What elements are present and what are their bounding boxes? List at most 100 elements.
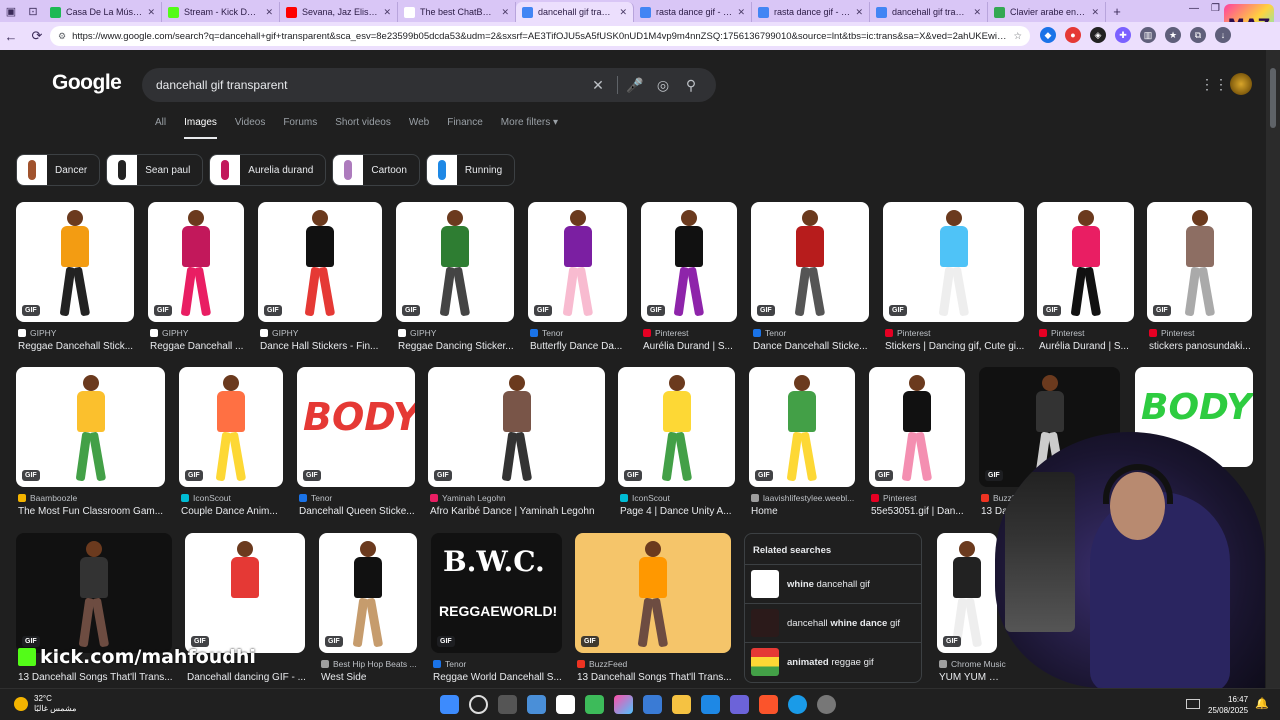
result-source[interactable]: GIPHY [260,328,298,338]
browser-tab[interactable]: dancehall gif transparent ✕ [516,2,634,22]
download-icon[interactable]: ↓ [1215,27,1231,43]
tab-close-icon[interactable]: ✕ [973,7,981,18]
filter-tab[interactable]: More filters ▾ [501,117,558,139]
brave-icon[interactable] [759,695,778,714]
result-title[interactable]: Dance Hall Stickers - Fin... [260,341,384,352]
image-result[interactable]: GIF GIPHY Dance Hall Stickers - Fin... [258,202,382,356]
back-button[interactable]: ← [0,25,22,47]
result-title[interactable]: Page 4 | Dance Unity A... [620,506,737,517]
result-title[interactable]: Dancehall dancing GIF - ... [187,672,307,683]
result-thumbnail[interactable]: GIF [16,202,134,322]
image-result[interactable]: B.W.C. REGGAEWORLD! GIF Tenor Reggae World D… [431,533,562,687]
result-source[interactable]: Chrome Music [939,659,1006,669]
app-icon[interactable] [585,695,604,714]
file-explorer-icon[interactable] [672,695,691,714]
bookmark-star-icon[interactable]: ☆ [1013,31,1022,42]
result-thumbnail[interactable]: GIF [618,367,735,487]
discord-icon[interactable] [730,695,749,714]
result-title[interactable]: West Side [321,672,419,683]
search-box[interactable]: dancehall gif transparent ✕ 🎤 ◎ ⚲ [142,68,716,102]
tab-close-icon[interactable]: ✕ [1091,7,1099,18]
tab-close-icon[interactable]: ✕ [619,7,627,18]
minimize-icon[interactable]: — [1189,3,1199,14]
result-thumbnail[interactable]: GIF [528,202,627,322]
weather-widget[interactable]: 32°C مشمس غالبًا [14,694,76,714]
result-title[interactable]: Reggae Dancehall ... [150,341,246,352]
image-result[interactable]: GIF Baamboozle The Most Fun Classroom Gam.… [16,367,165,521]
result-source[interactable]: Best Hip Hop Beats ... [321,659,417,669]
profile-icon[interactable]: ▣ [0,0,22,22]
google-logo[interactable]: Google [52,71,122,95]
apps-grid-icon[interactable]: ⋮⋮⋮ [1200,76,1242,96]
result-thumbnail[interactable]: GIF [258,202,382,322]
result-title[interactable]: YUM YUM Dancehall ... [939,672,999,683]
clock[interactable]: 16:47 25/08/2025 [1208,694,1248,716]
result-title[interactable]: Reggae World Dancehall S... [433,672,564,683]
result-title[interactable]: stickers panosundaki... [1149,341,1254,352]
result-title[interactable]: Reggae Dancing Sticker... [398,341,516,352]
image-result[interactable]: GIF GIPHY Reggae Dancehall Stick... [16,202,134,356]
microphone-icon[interactable]: 🎤 [624,74,646,96]
task-view-icon[interactable] [498,695,517,714]
image-result[interactable]: GIF Pinterest Aurélia Durand | S... [1037,202,1134,356]
image-result[interactable]: GIF Pinterest 55e53051.gif | Dan... [869,367,965,521]
tab-actions-icon[interactable]: ⊡ [22,0,44,22]
browser-tab[interactable]: Clavier arabe en ligne ✕ [988,2,1106,22]
widgets-icon[interactable] [527,695,546,714]
result-thumbnail[interactable]: GIF [179,367,283,487]
result-thumbnail[interactable]: BODY GIF [297,367,415,487]
image-result[interactable]: GIF BuzzFeed 13 Dancehall Songs That'll Tr… [575,533,732,687]
tab-close-icon[interactable]: ✕ [855,7,863,18]
app-icon[interactable] [701,695,720,714]
tab-close-icon[interactable]: ✕ [383,7,391,18]
image-result[interactable]: GIF Pinterest stickers panosundaki... [1147,202,1252,356]
result-thumbnail[interactable]: GIF [749,367,855,487]
tab-close-icon[interactable]: ✕ [147,7,155,18]
result-title[interactable]: 13 Dancehall Songs That'll Trans... [18,672,174,683]
related-item[interactable]: dancehall whine dance gif [745,603,921,642]
result-source[interactable]: Pinterest [1149,328,1195,338]
result-thumbnail[interactable]: B.W.C. REGGAEWORLD! GIF [431,533,562,653]
result-thumbnail[interactable]: GIF [16,533,172,653]
result-thumbnail[interactable]: GIF [428,367,605,487]
scroll-thumb[interactable] [1270,68,1276,128]
collections-icon[interactable]: ⧉ [1190,27,1206,43]
browser-tab[interactable]: dancehall gif transparent ✕ [870,2,988,22]
filter-tab[interactable]: Forums [283,117,317,139]
image-result[interactable]: GIF Chrome Music YUM YUM Dancehall ... [937,533,1006,687]
tab-close-icon[interactable]: ✕ [737,7,745,18]
app-icon[interactable] [643,695,662,714]
filter-tab[interactable]: Videos [235,117,265,139]
extension-icon[interactable]: ◈ [1090,27,1106,43]
browser-tab[interactable]: rasta dance gif - Google ✕ [752,2,870,22]
address-bar[interactable]: ⚙ https://www.google.com/search?q=danceh… [50,26,1030,46]
result-source[interactable]: laavishlifestylee.weebl... [751,493,854,503]
image-result[interactable]: GIF Tenor Dance Dancehall Sticke... [751,202,869,356]
result-title[interactable]: Reggae Dancehall Stick... [18,341,136,352]
suggestion-chip[interactable]: Cartoon [332,154,420,186]
reload-button[interactable]: ⟳ [26,25,48,47]
sidebar-icon[interactable]: ▥ [1140,27,1156,43]
result-thumbnail[interactable]: GIF [396,202,514,322]
result-title[interactable]: Couple Dance Anim... [181,506,285,517]
result-source[interactable]: IconScout [181,493,231,503]
result-source[interactable]: Yaminah Legohn [430,493,506,503]
result-thumbnail[interactable]: GIF [883,202,1024,322]
new-tab-button[interactable]: + [1106,4,1128,19]
result-source[interactable]: GIPHY [150,328,188,338]
maximize-icon[interactable]: ❐ [1211,3,1220,14]
browser-tab[interactable]: The best ChatBot and ✕ [398,2,516,22]
result-thumbnail[interactable]: GIF [751,202,869,322]
search-icon[interactable] [469,695,488,714]
result-source[interactable]: Baamboozle [18,493,77,503]
extension-icon[interactable]: ● [1065,27,1081,43]
filter-tab[interactable]: Images [184,117,217,139]
result-title[interactable]: Aurélia Durand | S... [1039,341,1136,352]
result-thumbnail[interactable]: GIF [1147,202,1252,322]
start-icon[interactable] [440,695,459,714]
app-icon[interactable] [817,695,836,714]
related-item[interactable]: animated reggae gif [745,642,921,681]
search-input[interactable]: dancehall gif transparent [156,78,581,92]
tab-close-icon[interactable]: ✕ [265,7,273,18]
related-item[interactable]: whine dancehall gif [745,564,921,603]
